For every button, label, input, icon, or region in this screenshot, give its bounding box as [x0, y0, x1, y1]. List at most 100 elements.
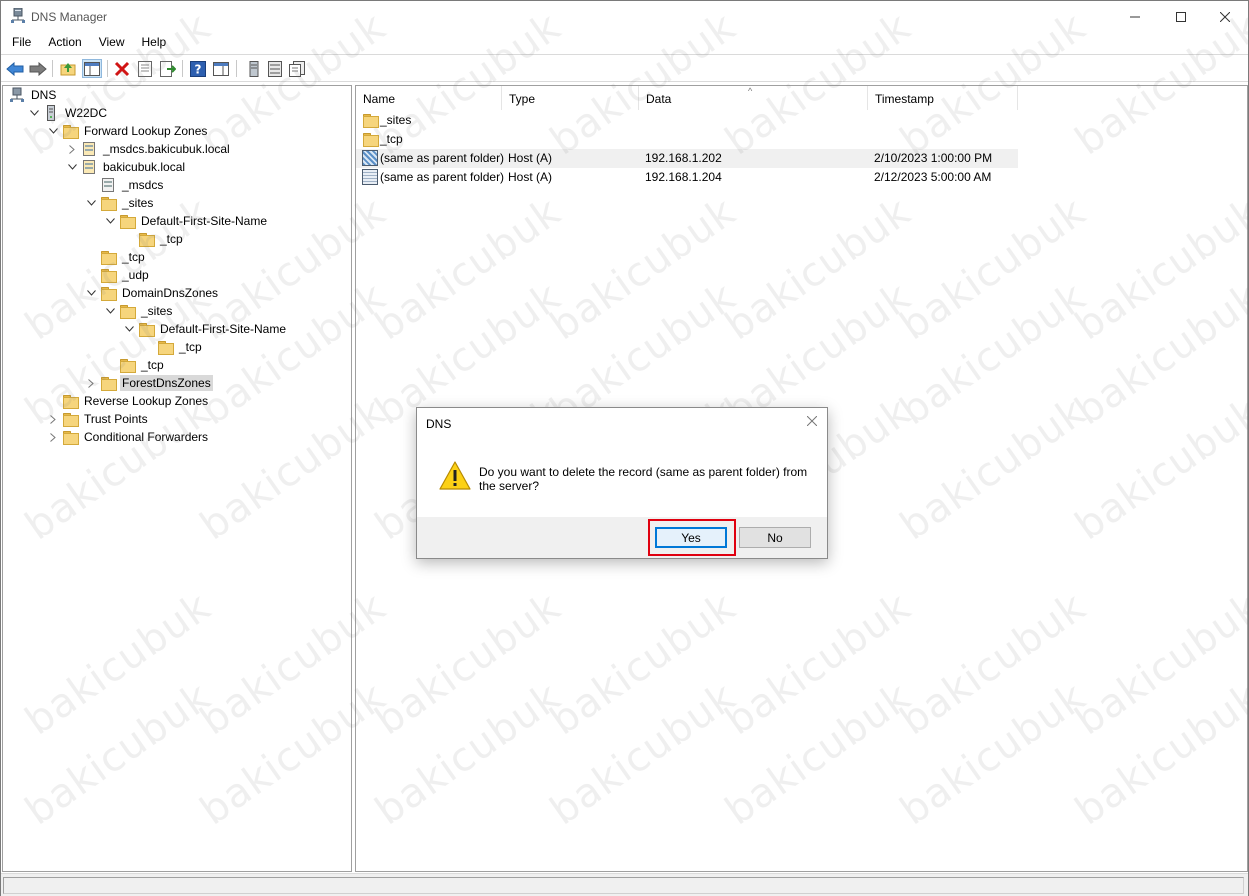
record-list-button[interactable] — [265, 59, 285, 78]
dialog-close-button[interactable] — [805, 414, 819, 428]
chevron-down-icon[interactable] — [104, 302, 116, 320]
tree-node-label: _msdcs — [122, 178, 164, 192]
menu-file[interactable]: File — [1, 32, 38, 53]
dns-manager-window: DNS Manager File Action View Help ? DNS … — [0, 0, 1249, 896]
cell-name: (same as parent folder) — [380, 151, 505, 165]
list-item[interactable]: _sites — [356, 111, 1018, 130]
maximize-button[interactable] — [1158, 1, 1204, 32]
console-tree-pane[interactable]: DNS W22DC Forward Lookup Zones _msdcs.bakic… — [2, 85, 352, 872]
tree-node-label: _msdcs.bakicubuk.local — [103, 142, 230, 156]
delete-x-icon — [114, 61, 130, 76]
up-one-level-button[interactable] — [58, 59, 78, 78]
tree-node[interactable]: Default-First-Site-Name — [123, 320, 288, 338]
cell-data: 192.168.1.204 — [645, 170, 722, 184]
toolbar: ? — [1, 54, 1248, 82]
menu-view[interactable]: View — [89, 32, 132, 53]
chevron-right-icon[interactable] — [85, 374, 97, 392]
tree-node[interactable]: _msdcs.bakicubuk.local — [66, 140, 232, 158]
chevron-down-icon[interactable] — [47, 122, 59, 140]
toolbar-separator — [236, 60, 237, 77]
tree-node-label: DNS — [31, 88, 57, 102]
tree-node[interactable]: Reverse Lookup Zones — [47, 392, 210, 410]
help-button[interactable]: ? — [188, 59, 208, 78]
toolbar-separator — [107, 60, 108, 77]
back-button[interactable] — [5, 59, 25, 78]
no-button[interactable]: No — [739, 527, 811, 548]
host-record-icon — [362, 150, 378, 166]
menu-action[interactable]: Action — [38, 32, 88, 53]
tree-node[interactable]: Trust Points — [47, 410, 150, 428]
tree-node-label: Conditional Forwarders — [84, 430, 209, 444]
copy-records-icon — [289, 60, 305, 77]
folder-icon — [100, 249, 117, 265]
chevron-down-icon[interactable] — [123, 320, 135, 338]
tree-node[interactable]: Conditional Forwarders — [47, 428, 210, 446]
tree-node[interactable]: _tcp — [142, 338, 204, 356]
chevron-down-icon[interactable] — [85, 194, 97, 212]
tree-node[interactable]: _tcp — [104, 356, 166, 374]
status-segment — [3, 877, 1244, 894]
tree-node[interactable]: _sites — [85, 194, 155, 212]
folder-up-icon — [60, 63, 76, 76]
record-list-icon — [268, 60, 282, 77]
tree-node[interactable]: _msdcs — [85, 176, 165, 194]
tree-node[interactable]: DomainDnsZones — [85, 284, 220, 302]
close-icon — [807, 416, 817, 426]
tree-node[interactable]: DNS — [9, 86, 58, 104]
chevron-right-icon[interactable] — [66, 140, 78, 158]
update-server-data-button[interactable] — [244, 59, 264, 78]
tree-node-label: _tcp — [122, 250, 145, 264]
list-item[interactable]: _tcp — [356, 130, 1018, 149]
menu-help[interactable]: Help — [132, 32, 174, 53]
chevron-right-icon[interactable] — [47, 410, 59, 428]
tree-node-label: _tcp — [141, 358, 164, 372]
forward-button[interactable] — [28, 59, 48, 78]
export-list-button[interactable] — [158, 59, 178, 78]
tree-node[interactable]: _tcp — [123, 230, 185, 248]
close-button[interactable] — [1202, 1, 1248, 32]
chevron-down-icon[interactable] — [104, 212, 116, 230]
warning-icon — [439, 461, 471, 490]
chevron-down-icon[interactable] — [85, 284, 97, 302]
list-item[interactable]: (same as parent folder) Host (A) 192.168.1… — [356, 168, 1018, 187]
cell-timestamp: 2/10/2023 1:00:00 PM — [874, 151, 993, 165]
column-header-name[interactable]: Name — [356, 86, 502, 110]
tree-node[interactable]: W22DC — [28, 104, 109, 122]
list-item[interactable]: (same as parent folder) Host (A) 192.168.1… — [356, 149, 1018, 168]
chevron-down-icon[interactable] — [66, 158, 78, 176]
status-bar — [1, 873, 1248, 896]
column-header-timestamp[interactable]: Timestamp — [868, 86, 1018, 110]
dialog-title: DNS — [426, 417, 452, 431]
tree-node-label: W22DC — [65, 106, 108, 120]
show-hide-console-tree-button[interactable] — [82, 59, 102, 78]
folder-icon — [62, 123, 79, 139]
chevron-down-icon[interactable] — [28, 104, 40, 122]
tree-node[interactable]: ForestDnsZones — [85, 374, 213, 392]
dns-icon — [9, 87, 25, 103]
tree-node-label: _sites — [141, 304, 173, 318]
yes-button[interactable]: Yes — [655, 527, 727, 548]
maximize-icon — [1176, 11, 1186, 22]
tree-node[interactable]: _udp — [85, 266, 151, 284]
tree-node[interactable]: _sites — [104, 302, 174, 320]
back-arrow-icon — [6, 61, 24, 76]
cell-name: _sites — [380, 113, 412, 127]
column-header-data[interactable]: Data — [639, 86, 868, 110]
cell-timestamp: 2/12/2023 5:00:00 AM — [874, 170, 992, 184]
delete-button[interactable] — [112, 59, 132, 78]
chevron-right-icon[interactable] — [47, 428, 59, 446]
tree-node-label: Reverse Lookup Zones — [84, 394, 209, 408]
copy-records-button[interactable] — [287, 59, 307, 78]
tree-node[interactable]: bakicubuk.local — [66, 158, 187, 176]
minimize-button[interactable] — [1112, 1, 1158, 32]
show-action-pane-button[interactable] — [211, 59, 231, 78]
properties-button[interactable] — [135, 59, 155, 78]
tree-node-label: bakicubuk.local — [103, 160, 186, 174]
tree-node[interactable]: Forward Lookup Zones — [47, 122, 209, 140]
zone-icon — [81, 141, 97, 157]
tree-node[interactable]: Default-First-Site-Name — [104, 212, 269, 230]
tree-node[interactable]: _tcp — [85, 248, 147, 266]
folder-icon — [100, 267, 117, 283]
column-header-type[interactable]: Type — [502, 86, 639, 110]
